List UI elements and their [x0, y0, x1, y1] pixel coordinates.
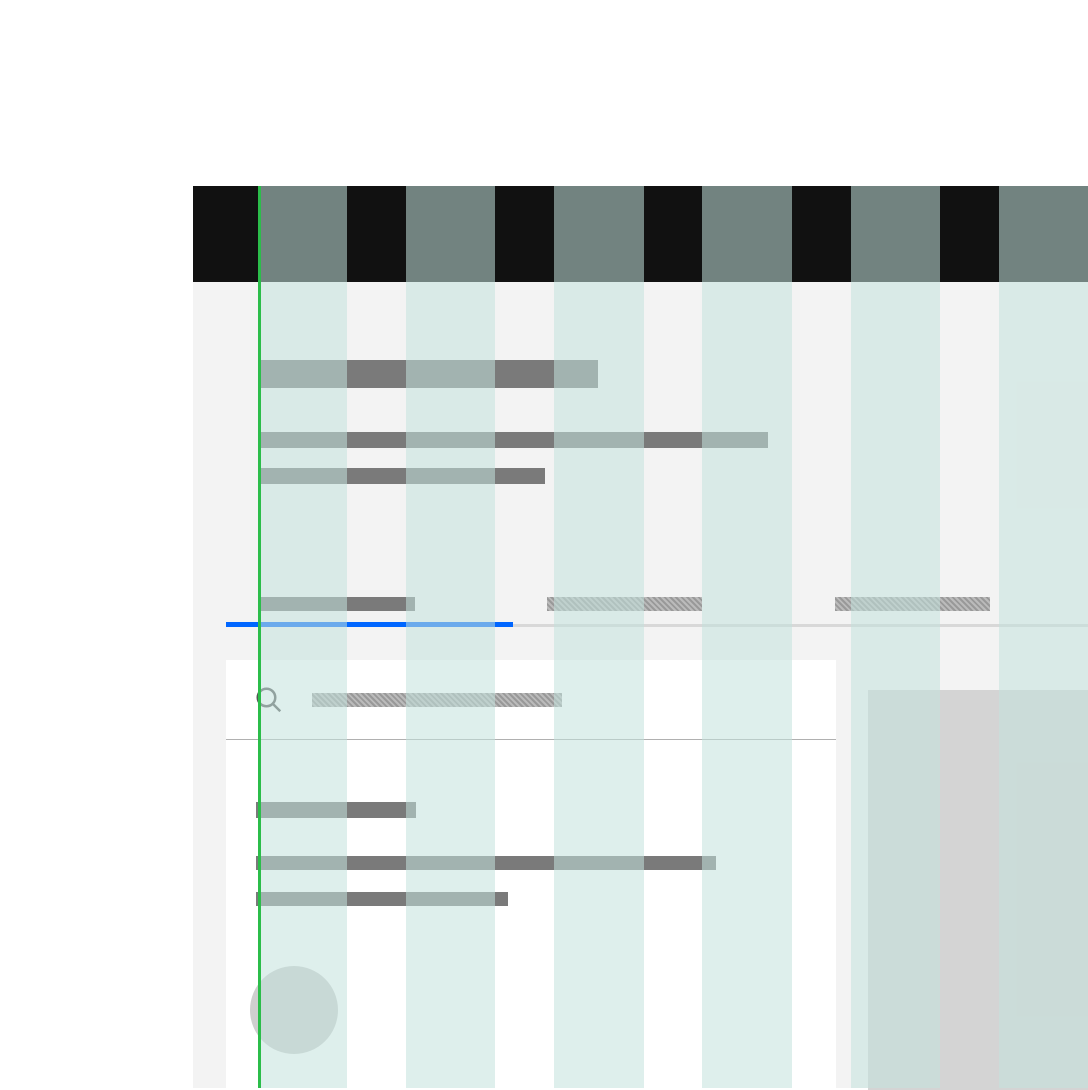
main-panel: [226, 660, 836, 1088]
avatar: [250, 966, 338, 1054]
tab-2-label: [547, 597, 702, 611]
search-placeholder: [312, 693, 562, 707]
tab-1-label: [260, 597, 415, 611]
page-subtitle-line-2: [260, 468, 545, 484]
tab-3[interactable]: [801, 581, 1088, 627]
side-panel-block: [868, 690, 1088, 1090]
page-header: [193, 282, 1088, 484]
side-panel: [868, 660, 1088, 1088]
search-field[interactable]: [226, 660, 836, 740]
result-item-body-line-1: [256, 856, 716, 870]
tab-bar: [226, 581, 1088, 627]
margin-guide-line: [258, 186, 261, 1088]
global-header: [193, 186, 1088, 282]
page-subtitle-line-1: [260, 432, 768, 448]
app-shell: [193, 186, 1088, 1088]
page-title: [260, 360, 598, 388]
content-area: [226, 660, 1088, 1088]
result-item-title: [256, 802, 416, 818]
tab-1[interactable]: [226, 581, 513, 627]
tab-3-label: [835, 597, 990, 611]
result-item-body-line-2: [256, 892, 508, 906]
tab-2[interactable]: [513, 581, 800, 627]
result-item: [226, 740, 836, 906]
